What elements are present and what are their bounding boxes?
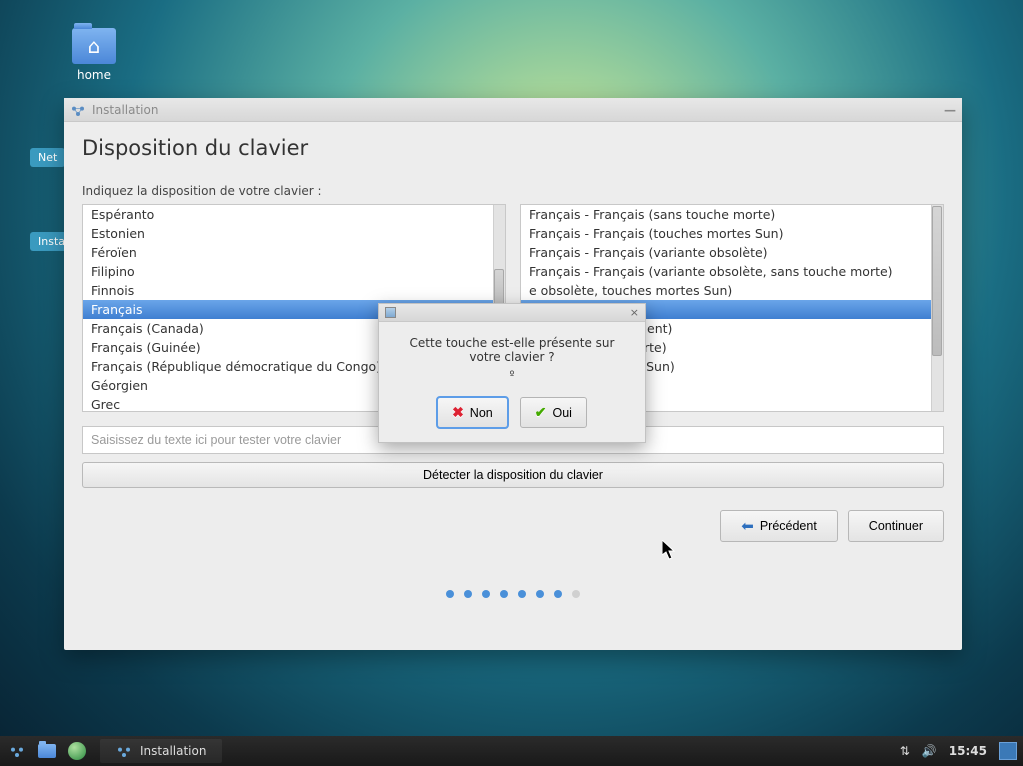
list-item[interactable]: Français - Français (variante obsolète, … [521,262,943,281]
taskbar-task-installation[interactable]: Installation [100,739,222,763]
instruction-text: Indiquez la disposition de votre clavier… [82,184,944,198]
desktop-icon-home[interactable]: ⌂ home [68,28,120,82]
dialog-prompt: Cette touche est-elle présente sur votre… [393,336,631,364]
network-icon[interactable]: ⇅ [900,744,910,758]
volume-icon[interactable]: 🔊 [922,744,937,758]
list-item[interactable]: Français - Français (sans touche morte) [521,205,943,224]
yes-button-label: Oui [552,406,571,420]
list-item[interactable]: Finnois [83,281,505,300]
system-tray: ⇅ 🔊 15:45 [900,742,1017,760]
list-item[interactable]: Féroïen [83,243,505,262]
yes-button[interactable]: ✔ Oui [520,397,587,428]
wallpaper-label-net: Net [30,148,65,167]
key-detect-dialog: × Cette touche est-elle présente sur vot… [378,303,646,443]
cross-icon: ✖ [452,404,464,421]
list-item[interactable]: Français - Français (touches mortes Sun) [521,224,943,243]
progress-dot [554,590,562,598]
back-button[interactable]: ⬅ Précédent [720,510,838,542]
scrollbar-thumb[interactable] [494,269,504,307]
minimize-icon[interactable]: — [944,103,956,117]
progress-dot [536,590,544,598]
dialog-glyph: º [393,370,631,381]
file-manager-launcher[interactable] [36,740,58,762]
window-title: Installation [92,103,158,117]
detect-layout-button[interactable]: Détecter la disposition du clavier [82,462,944,488]
check-icon: ✔ [535,404,547,421]
list-item[interactable]: Espéranto [83,205,505,224]
window-menu-icon[interactable] [385,307,396,318]
window-titlebar[interactable]: Installation — [64,98,962,122]
continue-button-label: Continuer [869,519,923,533]
list-item[interactable]: e obsolète, touches mortes Sun) [521,281,943,300]
taskbar: Installation ⇅ 🔊 15:45 [0,736,1023,766]
arrow-left-icon: ⬅ [741,517,754,535]
folder-icon: ⌂ [72,28,116,64]
app-icon [70,102,86,118]
clock[interactable]: 15:45 [949,744,987,758]
progress-dot [482,590,490,598]
back-button-label: Précédent [760,519,817,533]
progress-dot [464,590,472,598]
desktop-icon-label: home [68,68,120,82]
progress-dot [572,590,580,598]
taskbar-task-label: Installation [140,744,206,758]
no-button-label: Non [470,406,493,420]
list-item[interactable]: Filipino [83,262,505,281]
progress-dot [500,590,508,598]
home-icon: ⌂ [72,34,116,58]
continue-button[interactable]: Continuer [848,510,944,542]
scrollbar-thumb[interactable] [932,206,942,356]
progress-dots [82,590,944,598]
dialog-titlebar[interactable]: × [379,304,645,322]
progress-dot [446,590,454,598]
browser-launcher[interactable] [66,740,88,762]
page-title: Disposition du clavier [82,136,944,160]
progress-dot [518,590,526,598]
app-icon [116,743,132,759]
list-item[interactable]: Estonien [83,224,505,243]
start-menu-button[interactable] [6,740,28,762]
show-desktop-button[interactable] [999,742,1017,760]
no-button[interactable]: ✖ Non [437,397,508,428]
list-item[interactable]: Français - Français (variante obsolète) [521,243,943,262]
close-icon[interactable]: × [630,306,639,319]
scrollbar-track[interactable] [931,205,943,411]
